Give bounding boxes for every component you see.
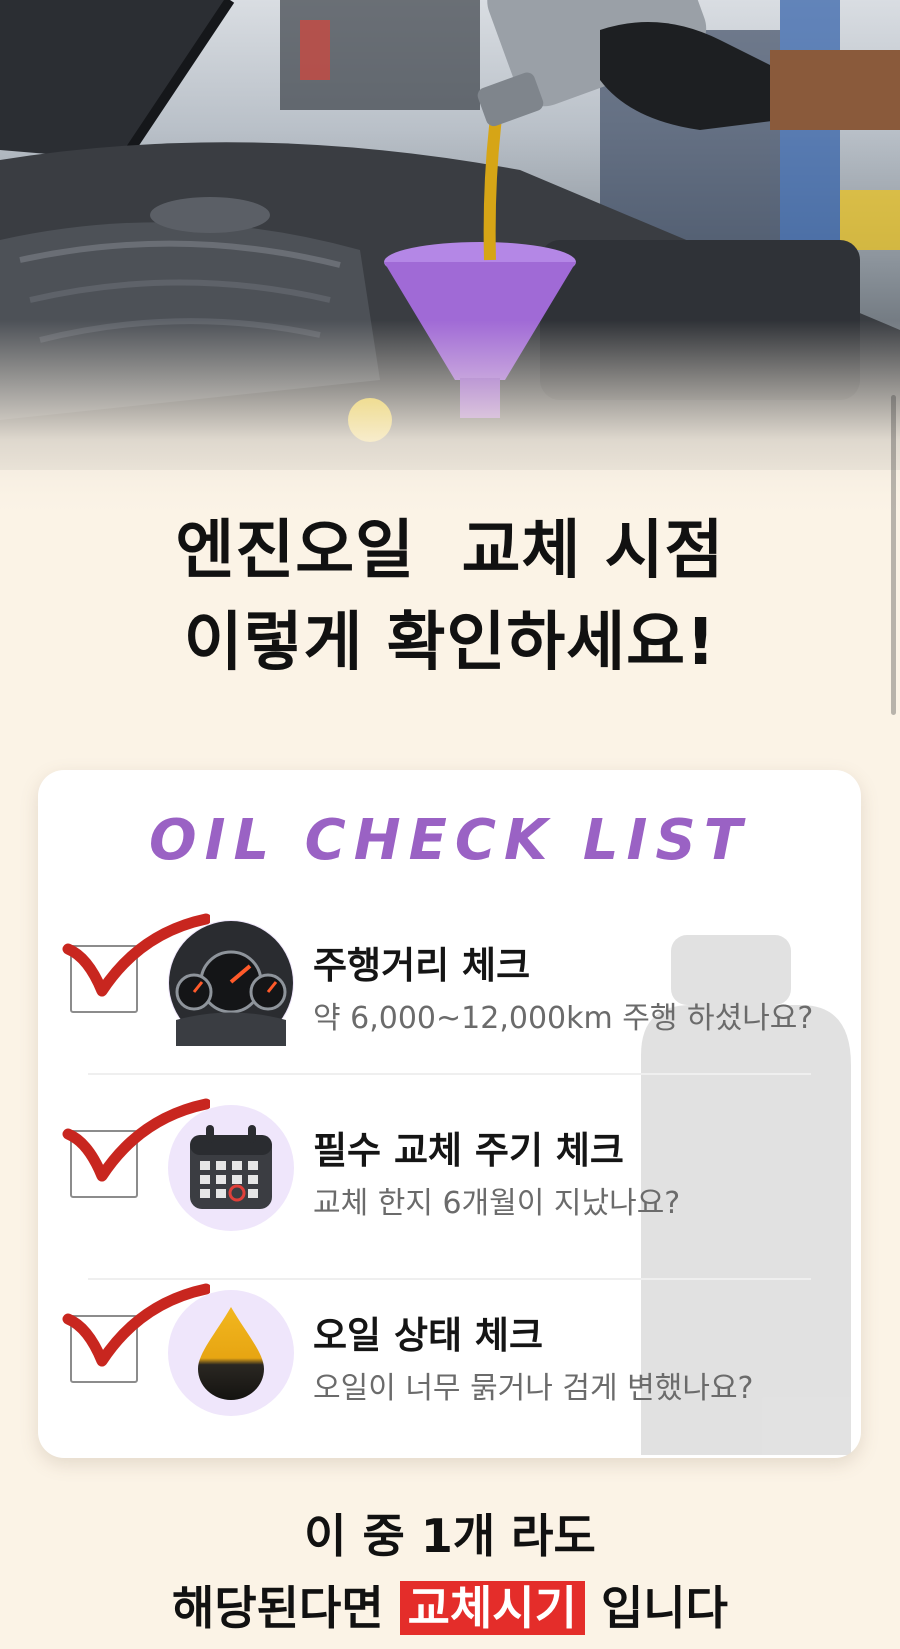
calendar-icon: [168, 1105, 294, 1231]
item-title: 필수 교체 주기 체크: [313, 1129, 624, 1172]
speedometer-icon: [168, 920, 294, 1046]
item-description: 오일이 너무 묽거나 검게 변했나요?: [313, 1371, 754, 1406]
footer-text-before: 해당된다면: [172, 1581, 400, 1635]
footer-line-1: 이 중 1개 라도: [304, 1509, 596, 1563]
checklist-item-replacement-cycle[interactable]: 필수 교체 주기 체크 교체 한지 6개월이 지났나요?: [38, 1090, 861, 1260]
title-line-2: 이렇게 확인하세요!: [183, 606, 717, 680]
item-title: 오일 상태 체크: [313, 1314, 544, 1357]
divider: [88, 1073, 811, 1075]
footer-message: 이 중 1개 라도 해당된다면 교체시기 입니다: [0, 1500, 900, 1644]
title-line-1: 엔진오일 교체 시점: [175, 514, 725, 588]
footer-text-after: 입니다: [584, 1581, 728, 1635]
item-description: 약 6,000~12,000km 주행 하셨나요?: [313, 1001, 814, 1036]
page-title: 엔진오일 교체 시점 이렇게 확인하세요!: [0, 505, 900, 689]
checklist-title: OIL CHECK LIST: [149, 808, 750, 873]
item-description: 교체 한지 6개월이 지났나요?: [313, 1186, 681, 1221]
oil-check-list-card: OIL CHECK LIST 주행거리 체크 약 6,000~12,000km …: [38, 770, 861, 1458]
highlight-badge: 교체시기: [399, 1581, 585, 1635]
item-title: 주행거리 체크: [313, 944, 531, 987]
checklist-item-mileage[interactable]: 주행거리 체크 약 6,000~12,000km 주행 하셨나요?: [38, 905, 861, 1075]
footer-line-2: 해당된다면 교체시기 입니다: [0, 1572, 900, 1644]
hero-image: [0, 0, 900, 520]
oil-drop-icon: [168, 1290, 294, 1416]
checklist-item-oil-condition[interactable]: 오일 상태 체크 오일이 너무 묽거나 검게 변했나요?: [38, 1275, 861, 1445]
